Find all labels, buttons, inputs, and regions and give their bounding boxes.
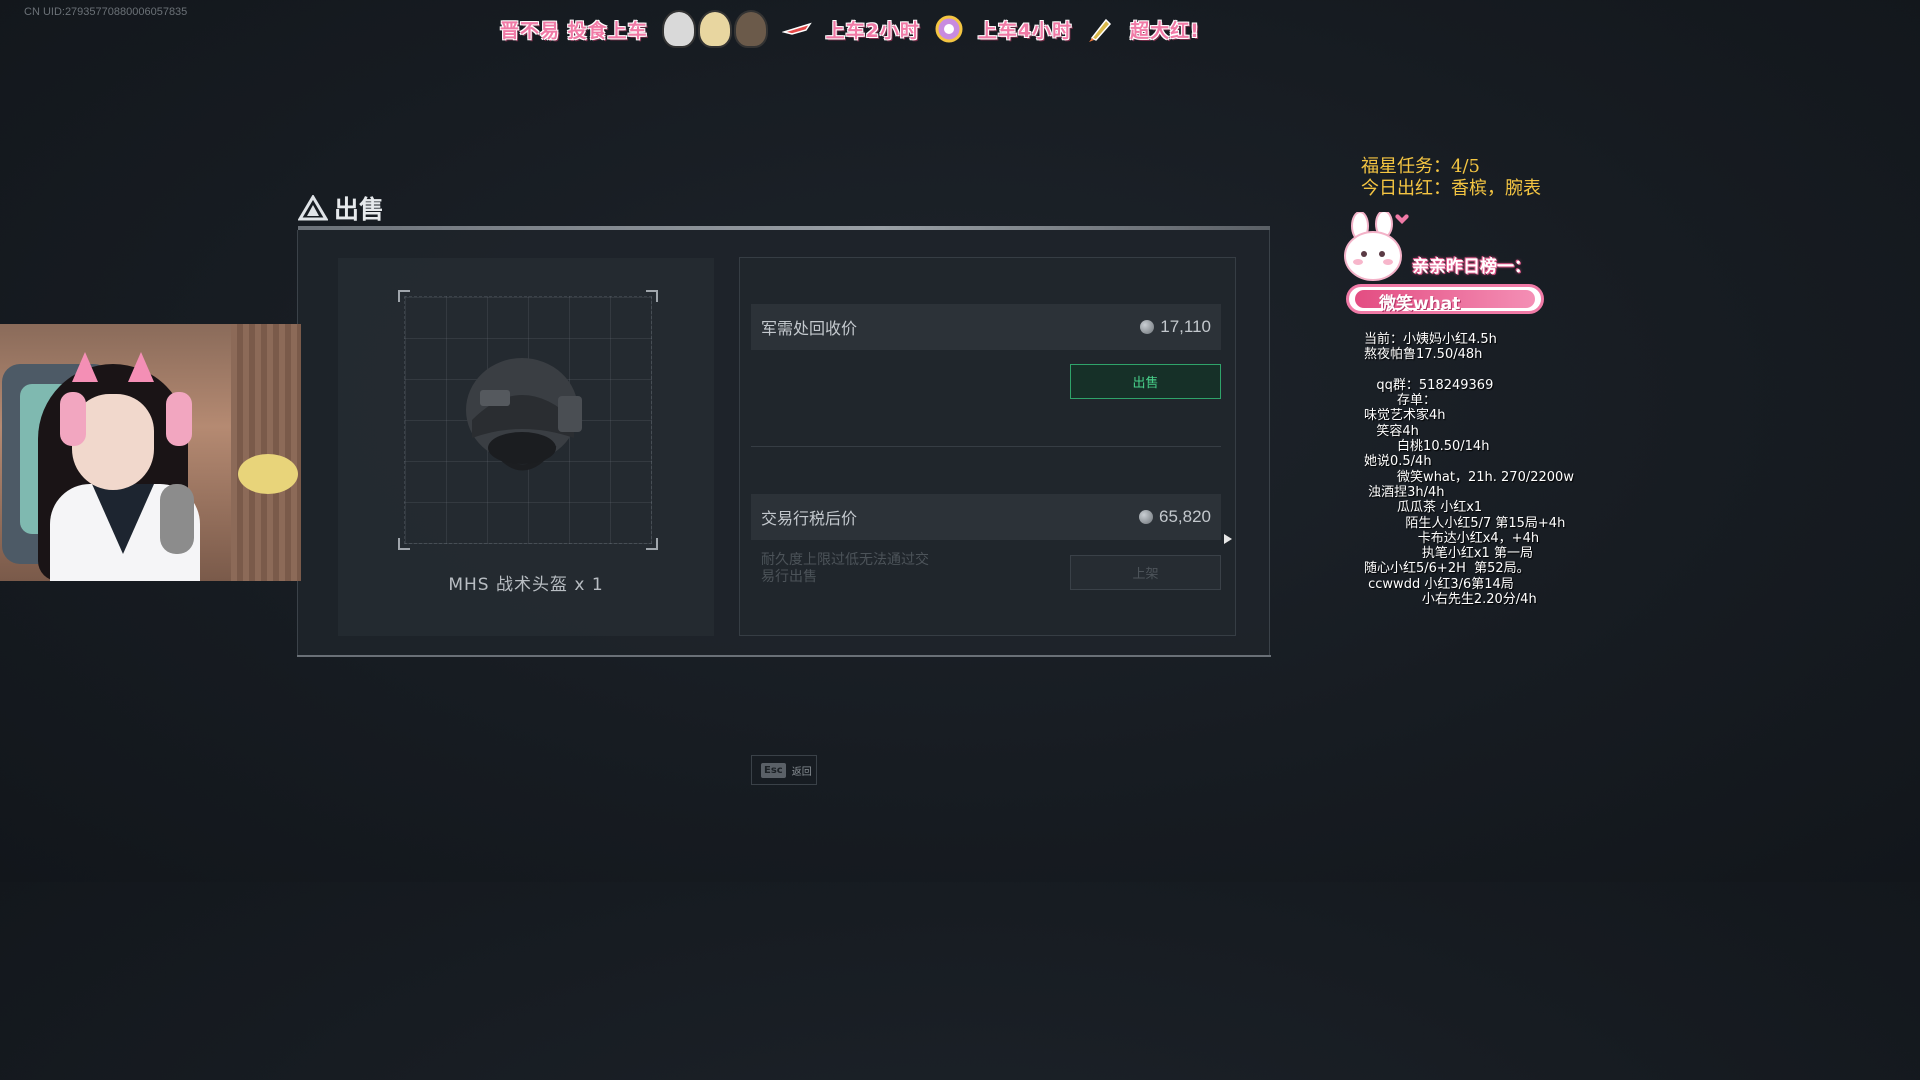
yesterday-top-label: 亲亲昨日榜一： (1412, 257, 1531, 277)
mouse-cursor-icon (1224, 534, 1232, 544)
recycle-price-value: 17,110 (1160, 317, 1211, 336)
sell-button[interactable]: 出售 (1070, 364, 1221, 399)
recycle-price-row: 军需处回收价 17,110 (751, 304, 1221, 350)
section-divider (751, 446, 1221, 447)
durability-note: 耐久度上限过低无法通过交易行出售 (761, 552, 929, 585)
task-info: 福星任务：4/5 今日出红：香槟，腕表 (1361, 156, 1541, 200)
corner-bracket (398, 538, 410, 550)
helmet-icon (466, 358, 582, 471)
banner-ride-2h: 上车2小时 (825, 19, 920, 42)
task-line-2: 今日出红：香槟，腕表 (1361, 178, 1541, 199)
trade-price-row: 交易行税后价 65,820 (751, 494, 1221, 540)
task-line-1: 福星任务：4/5 (1361, 156, 1480, 177)
bunny-mascot-icon (1344, 212, 1409, 281)
recycle-price-value-group: 17,110 (1140, 317, 1211, 337)
uid-label: CN UID:27935770880006057835 (24, 6, 188, 18)
banner-big-red: 超大红! (1130, 19, 1200, 42)
delta-logo-icon (298, 195, 328, 221)
coin-icon (1140, 320, 1155, 334)
coin-icon (1139, 510, 1153, 524)
corner-bracket (646, 290, 658, 302)
banner-ride-4h: 上车4小时 (977, 19, 1073, 42)
list-on-market-button[interactable]: 上架 (1070, 555, 1221, 590)
plane-icon (781, 22, 812, 35)
rocket-icon (1089, 18, 1112, 42)
corner-bracket (398, 290, 410, 302)
top-donor-name: 微笑what (1379, 294, 1461, 314)
esc-key: Esc (761, 762, 786, 778)
trade-price-value: 65,820 (1159, 507, 1211, 526)
panel-bottom-rule (297, 655, 1271, 657)
banner-feed-text: 晋不易 投食上车 (500, 19, 648, 42)
sell-title-text: 出售 (334, 195, 385, 224)
queue-stats: 当前：小姨妈小红4.5h 熬夜帕鲁17.50/48h qq群：518249369… (1364, 332, 1574, 608)
stream-banner: 晋不易 投食上车 上车2小时 上车4小时 超大红! (500, 10, 1200, 48)
trade-price-label: 交易行税后价 (761, 509, 858, 528)
top-donor-badge: 微笑what (1346, 284, 1544, 314)
recycle-price-label: 军需处回收价 (761, 319, 858, 338)
sell-dialog-title: 出售 (298, 190, 384, 226)
back-button[interactable]: Esc 返回 (751, 755, 817, 785)
chibi-avatars-icon (661, 10, 768, 48)
item-name: MHS 战术头盔 x 1 (448, 575, 604, 595)
medal-icon (935, 15, 963, 43)
corner-bracket (646, 538, 658, 550)
webcam-feed (0, 324, 301, 581)
back-label: 返回 (791, 766, 812, 778)
trade-price-value-group: 65,820 (1139, 507, 1211, 527)
